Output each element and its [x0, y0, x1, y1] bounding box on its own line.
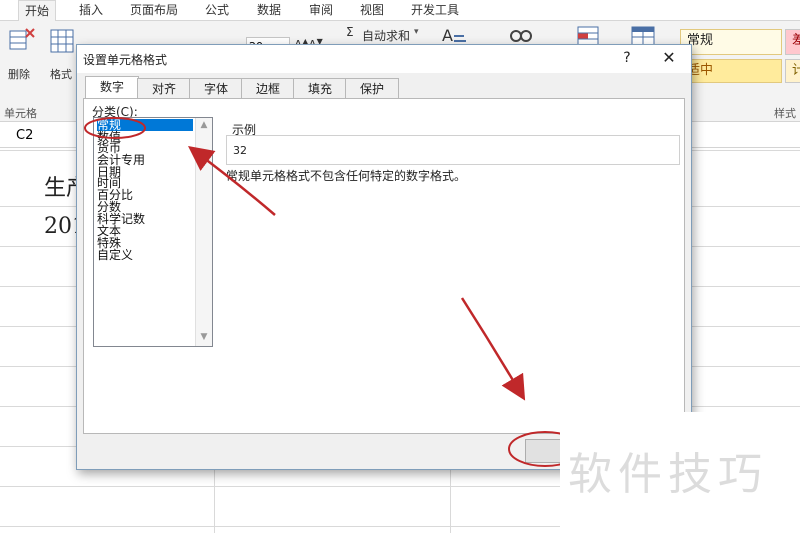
styles-group-label: 样式: [774, 107, 796, 120]
sample-box: 32: [226, 135, 680, 165]
format-description: 常规单元格格式不包含任何特定的数字格式。: [226, 169, 467, 183]
format-cells-icon[interactable]: [48, 27, 78, 59]
tab-home[interactable]: 开始: [18, 0, 57, 21]
tab-number[interactable]: 数字: [85, 76, 139, 99]
style-general[interactable]: 常规: [680, 29, 782, 55]
number-tab-panel: 分类(C): 常规 数值 货币 会计专用 日期 时间 百分比 分数 科学记数 文…: [83, 98, 685, 434]
watermark-text: 软件技巧: [568, 449, 768, 500]
autosum-dropdown-icon[interactable]: ▾: [414, 27, 419, 37]
style-neutral[interactable]: 适中: [680, 59, 782, 83]
close-button[interactable]: ✕: [657, 48, 681, 68]
format-cells-dialog: 设置单元格格式 ? ✕ 数字 对齐 字体 边框 填充 保护 分类(C): 常规 …: [76, 44, 692, 470]
dialog-titlebar[interactable]: 设置单元格格式 ? ✕: [77, 45, 691, 73]
style-bad[interactable]: 差: [785, 29, 800, 55]
sample-value: 32: [233, 144, 247, 157]
dialog-title: 设置单元格格式: [83, 53, 168, 67]
style-calculation[interactable]: 计: [785, 59, 800, 83]
tab-formulas[interactable]: 公式: [205, 0, 229, 20]
delete-button[interactable]: 删除: [8, 66, 30, 82]
category-list[interactable]: 常规 数值 货币 会计专用 日期 时间 百分比 分数 科学记数 文本 特殊 自定…: [93, 117, 213, 347]
ribbon-tab-bar: 开始 插入 页面布局 公式 数据 审阅 视图 开发工具: [0, 0, 800, 21]
tab-border[interactable]: 边框: [241, 78, 295, 99]
tab-insert[interactable]: 插入: [79, 0, 103, 20]
autosum-button[interactable]: 自动求和: [362, 27, 410, 44]
autosum-icon[interactable]: Σ: [346, 25, 354, 39]
tab-developer[interactable]: 开发工具: [411, 0, 459, 20]
delete-cells-icon[interactable]: [6, 27, 36, 59]
tab-view[interactable]: 视图: [360, 0, 384, 20]
tab-alignment[interactable]: 对齐: [137, 78, 191, 99]
scroll-down-icon[interactable]: ▼: [199, 332, 209, 342]
tab-review[interactable]: 审阅: [309, 0, 333, 20]
tab-fill[interactable]: 填充: [293, 78, 347, 99]
tab-data[interactable]: 数据: [257, 0, 281, 20]
scroll-up-icon[interactable]: ▲: [199, 120, 209, 130]
tab-protection[interactable]: 保护: [345, 78, 399, 99]
svg-text:A: A: [442, 26, 453, 45]
cells-group-label: 单元格: [4, 107, 37, 120]
format-button[interactable]: 格式: [50, 66, 72, 82]
tab-font[interactable]: 字体: [189, 78, 243, 99]
tab-page-layout[interactable]: 页面布局: [130, 0, 178, 20]
category-item-custom[interactable]: 自定义: [97, 249, 193, 261]
category-scrollbar[interactable]: ▲ ▼: [195, 118, 212, 346]
help-button[interactable]: ?: [615, 48, 639, 68]
